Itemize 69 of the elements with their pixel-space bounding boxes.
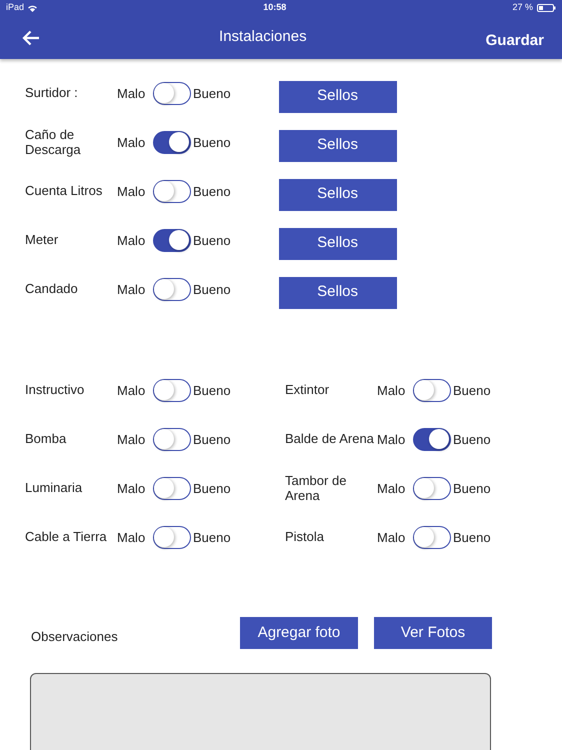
save-button[interactable]: Guardar: [486, 30, 544, 53]
bad-label: Malo: [117, 182, 146, 201]
good-label: Bueno: [193, 84, 231, 103]
toggle-switch[interactable]: [153, 82, 191, 105]
seals-button[interactable]: Sellos: [278, 130, 397, 162]
device-name: iPad: [6, 1, 24, 14]
wifi-icon: [28, 4, 38, 12]
toggle-switch[interactable]: [413, 477, 451, 500]
good-label: Bueno: [453, 382, 491, 400]
toggle-switch[interactable]: [153, 428, 191, 451]
toggle-switch[interactable]: [413, 428, 451, 451]
item-label: Luminaria: [25, 481, 84, 496]
good-label: Bueno: [193, 528, 231, 547]
bad-label: Malo: [377, 382, 406, 400]
good-label: Bueno: [193, 134, 231, 152]
toggle-switch[interactable]: [413, 379, 451, 402]
item-label: Instructivo: [25, 383, 86, 398]
seals-button[interactable]: Sellos: [278, 228, 397, 260]
item-label: Caño de Descarga: [25, 128, 82, 158]
bad-label: Malo: [117, 232, 146, 250]
toggle-switch[interactable]: [413, 526, 451, 549]
bad-label: Malo: [117, 430, 146, 449]
bad-label: Malo: [117, 84, 146, 103]
good-label: Bueno: [193, 280, 231, 299]
view-photos-button[interactable]: Ver Fotos: [374, 617, 492, 649]
bad-label: Malo: [117, 480, 146, 498]
bad-label: Malo: [117, 134, 146, 152]
add-photo-button[interactable]: Agregar foto: [240, 617, 358, 649]
item-label: Meter: [25, 233, 60, 248]
toggle-switch[interactable]: [153, 379, 191, 402]
seals-button[interactable]: Sellos: [278, 178, 397, 210]
good-label: Bueno: [193, 480, 231, 498]
item-label: Candado: [25, 282, 79, 297]
battery-percent: 27 %: [512, 1, 533, 14]
good-label: Bueno: [453, 480, 491, 498]
bad-label: Malo: [117, 280, 146, 299]
bad-label: Malo: [117, 382, 146, 400]
seals-button[interactable]: Sellos: [278, 276, 397, 308]
item-label: Bomba: [25, 432, 68, 447]
toggle-switch[interactable]: [153, 477, 191, 500]
clock-time: 10:58: [263, 1, 286, 14]
observations-label: Observaciones: [30, 628, 119, 646]
item-label: Pistola: [285, 530, 326, 545]
bad-label: Malo: [377, 528, 406, 547]
toggle-switch[interactable]: [153, 180, 191, 203]
observations-field[interactable]: [30, 673, 491, 750]
item-label: Surtidor :: [25, 86, 79, 101]
toggle-switch[interactable]: [153, 526, 191, 549]
toggle-switch[interactable]: [153, 229, 191, 252]
item-label: Cable a Tierra: [25, 530, 108, 545]
toggle-switch[interactable]: [153, 278, 191, 301]
good-label: Bueno: [193, 382, 231, 400]
item-label: Extintor: [285, 383, 330, 398]
good-label: Bueno: [453, 528, 491, 547]
good-label: Bueno: [193, 430, 231, 449]
good-label: Bueno: [453, 430, 491, 449]
back-arrow-icon[interactable]: [22, 30, 40, 46]
page-title: Instalaciones: [219, 27, 307, 48]
bad-label: Malo: [117, 528, 146, 547]
item-label: Balde de Arena: [285, 432, 375, 447]
good-label: Bueno: [193, 182, 231, 201]
bad-label: Malo: [377, 480, 406, 498]
item-label: Tambor de Arena: [285, 474, 348, 504]
seals-button[interactable]: Sellos: [278, 80, 397, 112]
item-label: Cuenta Litros: [25, 184, 104, 199]
battery-icon: [537, 4, 556, 12]
bad-label: Malo: [377, 430, 406, 449]
toggle-switch[interactable]: [153, 131, 191, 154]
good-label: Bueno: [193, 232, 231, 250]
